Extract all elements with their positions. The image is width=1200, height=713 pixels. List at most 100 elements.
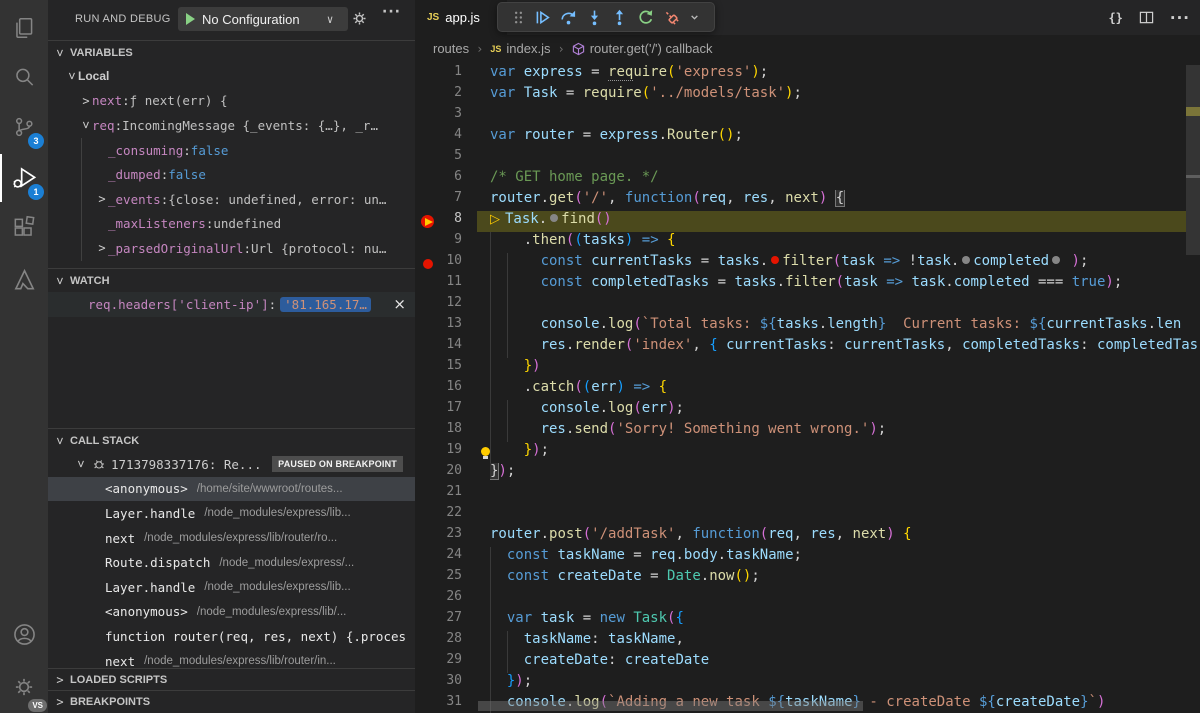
stack-frame-row[interactable]: Route.dispatch/node_modules/express/... (48, 550, 415, 575)
line-content[interactable] (490, 589, 1200, 610)
tab-appjs[interactable]: JS app.js (415, 0, 507, 35)
variable-row[interactable]: >next: ƒ next(err) { (48, 89, 415, 114)
vertical-scrollbar-thumb[interactable] (1186, 65, 1200, 255)
sidebar-item-azure[interactable] (0, 256, 48, 304)
line-content[interactable]: console.log(err); (490, 400, 1200, 421)
gutter[interactable]: 14 (415, 337, 490, 358)
code-line[interactable]: 4var router = express.Router(); (415, 127, 1200, 148)
line-content[interactable] (490, 505, 1200, 526)
continue-button[interactable] (534, 9, 551, 26)
sidebar-item-search[interactable] (0, 53, 48, 101)
line-content[interactable]: const createDate = Date.now(); (490, 568, 1200, 589)
restart-button[interactable] (637, 9, 654, 26)
chevron-icon[interactable]: > (80, 94, 92, 108)
code-line[interactable]: 1var express = require('express'); (415, 64, 1200, 85)
chevron-icon[interactable]: > (96, 241, 108, 255)
stack-frame-row[interactable]: <anonymous>/node_modules/express/lib/... (48, 600, 415, 625)
code-line[interactable]: 15 }) (415, 358, 1200, 379)
loaded-scripts-header[interactable]: > LOADED SCRIPTS (48, 668, 415, 690)
gutter[interactable]: 15 (415, 358, 490, 379)
code-line[interactable]: 30 }); (415, 673, 1200, 694)
step-over-button[interactable] (560, 9, 577, 26)
code-line[interactable]: 27 var task = new Task({ (415, 610, 1200, 631)
gutter[interactable]: 20 (415, 463, 490, 484)
variable-row[interactable]: >req: IncomingMessage {_events: {…}, _r… (48, 113, 415, 138)
current-breakpoint-icon[interactable] (421, 215, 434, 228)
gutter[interactable]: 8 (415, 211, 490, 232)
gutter[interactable]: 5 (415, 148, 490, 169)
sidebar-item-extensions[interactable] (0, 204, 48, 252)
breadcrumb-routes[interactable]: routes (433, 41, 469, 56)
line-content[interactable]: const currentTasks = tasks.filter(task =… (490, 253, 1200, 274)
line-content[interactable] (490, 106, 1200, 127)
line-content[interactable] (490, 148, 1200, 169)
code-line[interactable]: 2var Task = require('../models/task'); (415, 85, 1200, 106)
line-content[interactable]: res.render('index', { currentTasks: curr… (490, 337, 1200, 358)
accounts-menu[interactable] (0, 610, 48, 658)
code-line[interactable]: 8Task.find() (415, 211, 1200, 232)
breadcrumb-symbol[interactable]: router.get('/') callback (572, 41, 713, 56)
gutter[interactable]: 25 (415, 568, 490, 589)
gutter[interactable]: 16 (415, 379, 490, 400)
gutter[interactable]: 26 (415, 589, 490, 610)
line-content[interactable]: }); (490, 673, 1200, 694)
gutter[interactable]: 11 (415, 274, 490, 295)
split-editor-icon[interactable] (1139, 10, 1154, 25)
line-content[interactable]: const completedTasks = tasks.filter(task… (490, 274, 1200, 295)
code-line[interactable]: 24 const taskName = req.body.taskName; (415, 547, 1200, 568)
code-line[interactable]: 9 .then((tasks) => { (415, 232, 1200, 253)
debug-session-row[interactable]: > 1713798337176: Re... PAUSED ON BREAKPO… (48, 452, 415, 477)
call-stack-section-header[interactable]: > CALL STACK (48, 428, 415, 452)
line-content[interactable]: taskName: taskName, (490, 631, 1200, 652)
code-line[interactable]: 20}); (415, 463, 1200, 484)
line-content[interactable]: var express = require('express'); (490, 64, 1200, 85)
gutter[interactable]: 30 (415, 673, 490, 694)
step-out-button[interactable] (611, 9, 628, 26)
line-content[interactable]: var task = new Task({ (490, 610, 1200, 631)
line-content[interactable] (490, 295, 1200, 316)
code-line[interactable]: 25 const createDate = Date.now(); (415, 568, 1200, 589)
watch-expression-row[interactable]: req.headers['client-ip']: '81.165.17… × (48, 292, 415, 317)
variable-row[interactable]: _consuming: false (48, 138, 415, 163)
code-line[interactable]: 28 taskName: taskName, (415, 631, 1200, 652)
line-content[interactable]: }); (490, 442, 1200, 463)
chevron-down-icon[interactable] (688, 11, 701, 24)
disconnect-button[interactable] (663, 9, 680, 26)
line-content[interactable]: createDate: createDate (490, 652, 1200, 673)
lightbulb-icon[interactable] (481, 447, 490, 456)
line-content[interactable]: }) (490, 358, 1200, 379)
line-content[interactable]: router.get('/', function(req, res, next)… (490, 190, 1200, 211)
gutter[interactable]: 13 (415, 316, 490, 337)
step-into-button[interactable] (586, 9, 603, 26)
open-changes-icon[interactable]: {} (1108, 11, 1122, 25)
line-content[interactable]: var Task = require('../models/task'); (490, 85, 1200, 106)
line-content[interactable]: res.send('Sorry! Something went wrong.')… (490, 421, 1200, 442)
gutter[interactable]: 9 (415, 232, 490, 253)
code-line[interactable]: 19 }); (415, 442, 1200, 463)
code-line[interactable]: 22 (415, 505, 1200, 526)
variable-row[interactable]: >Local (48, 64, 415, 89)
sidebar-item-run-and-debug[interactable]: 1 (0, 154, 48, 202)
gutter[interactable]: 22 (415, 505, 490, 526)
stack-frame-row[interactable]: <anonymous>/home/site/wwwroot/routes... (48, 477, 415, 502)
line-content[interactable]: var router = express.Router(); (490, 127, 1200, 148)
gutter[interactable]: 17 (415, 400, 490, 421)
gutter[interactable]: 12 (415, 295, 490, 316)
gutter[interactable]: 10 (415, 253, 490, 274)
code-line[interactable]: 5 (415, 148, 1200, 169)
gutter[interactable]: 7 (415, 190, 490, 211)
line-content[interactable]: console.log(`Total tasks: ${tasks.length… (490, 316, 1200, 337)
stack-frame-row[interactable]: Layer.handle/node_modules/express/lib... (48, 501, 415, 526)
line-content[interactable]: /* GET home page. */ (490, 169, 1200, 190)
code-line[interactable]: 13 console.log(`Total tasks: ${tasks.len… (415, 316, 1200, 337)
views-more-actions-button[interactable]: ··· (382, 4, 401, 20)
gutter[interactable]: 21 (415, 484, 490, 505)
code-line[interactable]: 21 (415, 484, 1200, 505)
debug-configuration-dropdown[interactable]: No Configuration ∨ (178, 7, 348, 31)
gutter[interactable]: 28 (415, 631, 490, 652)
code-line[interactable]: 23router.post('/addTask', function(req, … (415, 526, 1200, 547)
code-line[interactable]: 26 (415, 589, 1200, 610)
sidebar-item-explorer[interactable] (0, 4, 48, 52)
gutter[interactable]: 27 (415, 610, 490, 631)
configure-gear-button[interactable] (351, 10, 368, 27)
